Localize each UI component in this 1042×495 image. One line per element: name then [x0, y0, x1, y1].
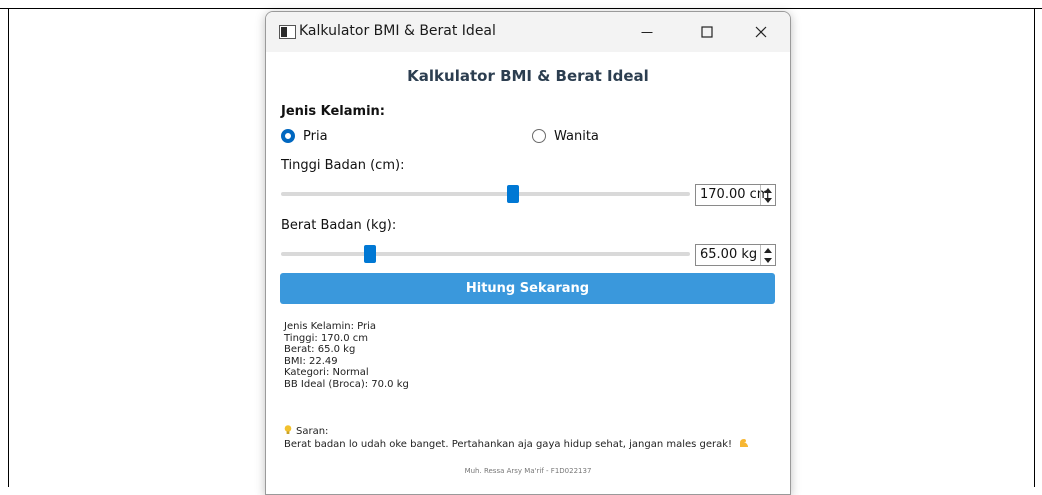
maximize-icon [701, 26, 713, 38]
screenshot-border-right [1034, 8, 1035, 487]
height-label: Tinggi Badan (cm): [281, 158, 405, 173]
minimize-button[interactable] [624, 12, 670, 52]
app-icon [279, 25, 296, 39]
weight-slider-handle[interactable] [364, 245, 376, 263]
close-icon [755, 26, 767, 38]
maximize-button[interactable] [684, 12, 730, 52]
radio-wanita-label: Wanita [554, 128, 599, 144]
height-spinbox[interactable]: 170.00 cm [695, 184, 776, 206]
title-bar[interactable]: Kalkulator BMI & Berat Ideal [266, 12, 790, 52]
result-line: Jenis Kelamin: Pria [284, 321, 377, 332]
result-line: BB Ideal (Broca): 70.0 kg [284, 378, 409, 390]
arrow-down-icon [764, 257, 772, 263]
radio-unselected-icon [532, 129, 546, 143]
flexed-biceps-icon [740, 439, 749, 447]
height-slider[interactable] [281, 184, 690, 204]
radio-selected-icon [281, 129, 295, 143]
screenshot-border-left [8, 8, 9, 487]
window-title: Kalkulator BMI & Berat Ideal [299, 23, 496, 39]
lightbulb-icon [284, 425, 292, 434]
saran-header: Saran: [284, 425, 328, 437]
result-line: Kategori: Normal [284, 367, 369, 379]
minimize-icon [641, 32, 653, 33]
arrow-down-icon [764, 197, 772, 203]
close-button[interactable] [738, 12, 784, 52]
gender-label: Jenis Kelamin: [281, 104, 385, 119]
arrow-up-icon [764, 187, 772, 193]
result-line: Tinggi: 170.0 cm [284, 332, 368, 344]
height-slider-handle[interactable] [507, 185, 519, 203]
weight-value: 65.00 kg [700, 247, 758, 262]
radio-wanita[interactable]: Wanita [532, 126, 599, 146]
height-decrement-button[interactable] [761, 195, 775, 205]
weight-slider-track [281, 252, 690, 256]
weight-spin-buttons [760, 245, 775, 265]
result-line: Berat: 65.0 kg [284, 344, 356, 356]
form-heading: Kalkulator BMI & Berat Ideal [407, 67, 649, 85]
result-line: BMI: 22.49 [284, 355, 338, 367]
arrow-up-icon [764, 247, 772, 253]
calculate-button[interactable]: Hitung Sekarang [280, 273, 775, 304]
height-increment-button[interactable] [761, 185, 775, 195]
weight-increment-button[interactable] [761, 245, 775, 255]
radio-pria[interactable]: Pria [281, 126, 328, 146]
weight-spinbox[interactable]: 65.00 kg [695, 244, 776, 266]
result-panel: Jenis Kelamin: Pria Tinggi: 170.0 cm Ber… [284, 321, 409, 391]
weight-slider[interactable] [281, 244, 690, 264]
radio-pria-label: Pria [303, 128, 328, 144]
footer-credit: Muh. Ressa Arsy Ma'rif - F1D022137 [464, 467, 592, 475]
weight-decrement-button[interactable] [761, 255, 775, 265]
height-spin-buttons [760, 185, 775, 205]
height-slider-track [281, 192, 690, 196]
app-window: Kalkulator BMI & Berat Ideal Kalkulator … [265, 11, 791, 495]
saran-label: Saran: [296, 426, 329, 437]
saran-message: Berat badan lo udah oke banget. Pertahan… [284, 438, 749, 450]
weight-label: Berat Badan (kg): [281, 218, 397, 233]
saran-text: Berat badan lo udah oke banget. Pertahan… [284, 439, 733, 450]
screenshot-border-top [0, 8, 1042, 9]
